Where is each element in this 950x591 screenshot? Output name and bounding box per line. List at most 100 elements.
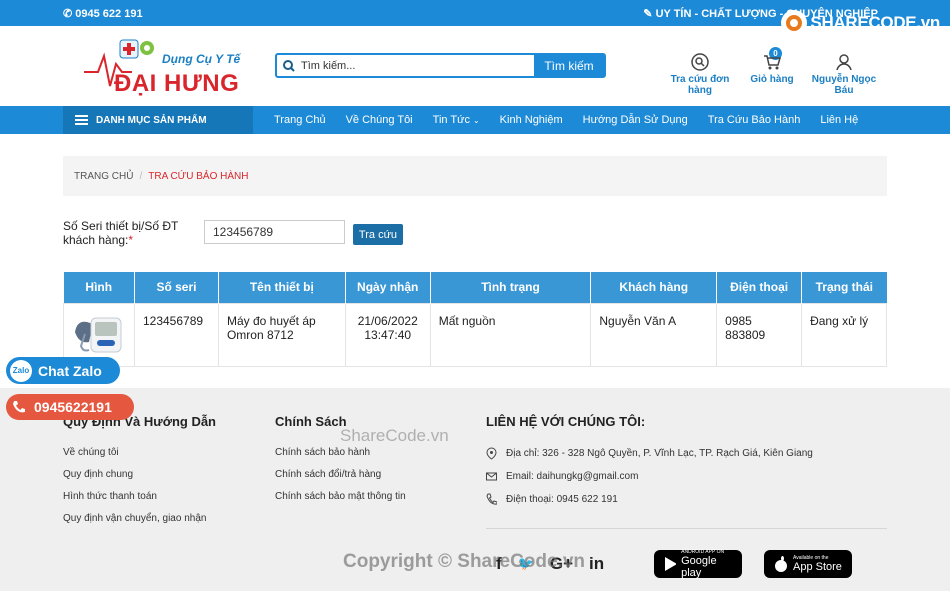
logo-title: ĐẠI HƯNG [114, 70, 240, 97]
search-bar: Tìm kiếm [275, 53, 606, 78]
footer-phone-text: Điện thoại: 0945 622 191 [506, 494, 618, 505]
sharecode-watermark-logo: SHARECODE.vn [781, 10, 940, 36]
watermark-middle: ShareCode.vn [340, 426, 449, 445]
category-menu-label: DANH MỤC SẢN PHẨM [96, 114, 207, 126]
required-mark: * [128, 233, 134, 247]
order-lookup-link[interactable]: Tra cứu đơn hàng [660, 53, 740, 96]
google-play-icon [665, 557, 677, 571]
status-cell: Đang xử lý [801, 302, 887, 367]
logo-subtitle: Dụng Cụ Y Tế [162, 52, 241, 66]
order-lookup-label: Tra cứu đơn hàng [670, 74, 730, 96]
breadcrumb: TRANG CHỦ / TRA CỨU BẢO HÀNH [63, 156, 887, 196]
col-status: Trạng thái [801, 272, 887, 303]
hamburger-icon [75, 113, 88, 127]
customer-cell: Nguyễn Văn A [590, 302, 718, 367]
hotline-button[interactable]: 0945622191 [6, 394, 134, 420]
nav-home[interactable]: Trang Chủ [264, 114, 336, 126]
condition-cell: Mất nguồn [429, 302, 592, 367]
edit-icon: ✎ [643, 8, 656, 20]
breadcrumb-separator: / [139, 170, 143, 182]
footer-phone[interactable]: Điện thoại: 0945 622 191 [486, 493, 813, 506]
nav-warranty-lookup[interactable]: Tra Cứu Bảo Hành [698, 114, 811, 126]
envelope-icon [486, 472, 497, 481]
nav-links: Trang Chủ Về Chúng Tôi Tin Tức ⌄ Kinh Ngh… [264, 106, 868, 134]
main-nav: DANH MỤC SẢN PHẨM Trang Chủ Về Chúng Tôi… [0, 106, 950, 134]
footer-col-contact: LIÊN HỆ VỚI CHÚNG TÔI: Địa chỉ: 326 - 32… [486, 414, 813, 516]
footer-email-text: Email: daihungkg@gmail.com [506, 471, 639, 482]
nav-contact[interactable]: Liên Hệ [810, 114, 868, 126]
received-time: 13:47:40 [364, 327, 412, 342]
footer-col-policies-guide: Quy Định Và Hướng Dẫn Về chúng tôi Quy đ… [63, 414, 216, 535]
table-row: 123456789 Máy đo huyết áp Omron 8712 21/… [63, 302, 887, 367]
order-search-icon [691, 53, 709, 71]
apple-icon [775, 556, 787, 572]
map-pin-icon [486, 447, 497, 460]
nav-news-label: Tin Tức [432, 114, 470, 126]
footer-link-warranty-policy[interactable]: Chính sách bảo hành [275, 447, 406, 458]
footer-link-return-policy[interactable]: Chính sách đổi/trả hàng [275, 469, 406, 480]
top-phone-number: 0945 622 191 [75, 8, 143, 20]
received-date-cell: 21/06/2022 13:47:40 [344, 302, 431, 367]
cart-icon [764, 55, 781, 70]
sharecode-logo-text: SHARECODE.vn [810, 13, 940, 32]
user-icon [836, 54, 852, 71]
sharecode-badge-icon [781, 10, 808, 36]
phone-cell: 0985 883809 [716, 302, 803, 367]
serial-lookup-label: Số Seri thiết bị/Số ĐT khách hàng:* [63, 219, 193, 247]
received-date: 21/06/2022 [357, 313, 418, 328]
chat-zalo-button[interactable]: Zalo Chat Zalo [6, 357, 120, 384]
user-account-link[interactable]: Nguyễn Ngọc Báu [804, 54, 884, 96]
footer-divider [486, 528, 887, 529]
breadcrumb-current: TRA CỨU BẢO HÀNH [148, 170, 249, 182]
zalo-icon: Zalo [10, 359, 32, 382]
search-button[interactable]: Tìm kiếm [534, 55, 604, 76]
phone-icon [486, 493, 497, 505]
serial-lookup-label-text: Số Seri thiết bị/Số ĐT khách hàng: [63, 219, 179, 247]
serial-lookup-input[interactable] [204, 220, 345, 244]
serial-cell: 123456789 [133, 302, 219, 367]
col-device: Tên thiết bị [218, 272, 346, 303]
col-image: Hình [63, 272, 135, 303]
footer-link-payment[interactable]: Hình thức thanh toán [63, 491, 216, 502]
col-phone: Điện thoại [716, 272, 803, 303]
footer-email[interactable]: Email: daihungkg@gmail.com [486, 470, 813, 483]
breadcrumb-home[interactable]: TRANG CHỦ [74, 171, 133, 182]
footer-col3-title: LIÊN HỆ VỚI CHÚNG TÔI: [486, 414, 646, 429]
footer-link-privacy-policy[interactable]: Chính sách bảo mật thông tin [275, 491, 406, 502]
watermark-copyright: Copyright © ShareCode.vn [343, 551, 586, 572]
device-cell: Máy đo huyết áp Omron 8712 [217, 302, 346, 367]
header: Dụng Cụ Y Tế ĐẠI HƯNG Tìm kiếm Tra cứu đ… [0, 26, 950, 106]
app-store-big: App Store [793, 561, 842, 573]
cart-link[interactable]: 0 Giỏ hàng [750, 47, 794, 85]
category-menu-button[interactable]: DANH MỤC SẢN PHẨM [63, 106, 253, 134]
google-play-big: Google play [681, 555, 717, 579]
google-play-badge[interactable]: ANDROID APP ON Google play [654, 549, 742, 579]
col-received-date: Ngày nhận [345, 272, 431, 303]
nav-about[interactable]: Về Chúng Tôi [336, 114, 423, 126]
footer-address: Địa chỉ: 326 - 328 Ngô Quyền, P. Vĩnh Lạ… [486, 447, 813, 460]
blood-pressure-monitor-image [73, 312, 125, 356]
nav-experience[interactable]: Kinh Nghiệm [490, 114, 573, 126]
phone-icon: ✆ [63, 8, 76, 20]
footer-link-about[interactable]: Về chúng tôi [63, 447, 216, 458]
lookup-button[interactable]: Tra cứu [353, 224, 403, 245]
search-icon [277, 55, 301, 76]
footer-link-general-rules[interactable]: Quy định chung [63, 469, 216, 480]
nav-guide[interactable]: Hướng Dẫn Sử Dụng [573, 114, 698, 126]
search-input[interactable] [301, 55, 534, 76]
footer-link-shipping[interactable]: Quy định vận chuyển, giao nhận [63, 513, 216, 524]
app-store-badge[interactable]: Available on the App Store [764, 550, 852, 578]
nav-news[interactable]: Tin Tức ⌄ [423, 114, 490, 126]
hotline-number: 0945622191 [34, 399, 112, 415]
table-header-row: Hình Số seri Tên thiết bị Ngày nhận Tình… [63, 272, 887, 303]
cart-label: Giỏ hàng [750, 74, 794, 85]
site-logo[interactable]: Dụng Cụ Y Tế ĐẠI HƯNG [84, 34, 244, 100]
warranty-results-table: Hình Số seri Tên thiết bị Ngày nhận Tình… [63, 272, 887, 367]
col-serial: Số seri [134, 272, 219, 303]
top-phone[interactable]: ✆ 0945 622 191 [63, 7, 143, 20]
chevron-down-icon: ⌄ [472, 116, 480, 125]
chat-zalo-label: Chat Zalo [38, 362, 102, 379]
footer-address-text: Địa chỉ: 326 - 328 Ngô Quyền, P. Vĩnh Lạ… [506, 448, 813, 459]
phone-icon [13, 401, 25, 413]
linkedin-icon[interactable]: in [589, 554, 604, 574]
